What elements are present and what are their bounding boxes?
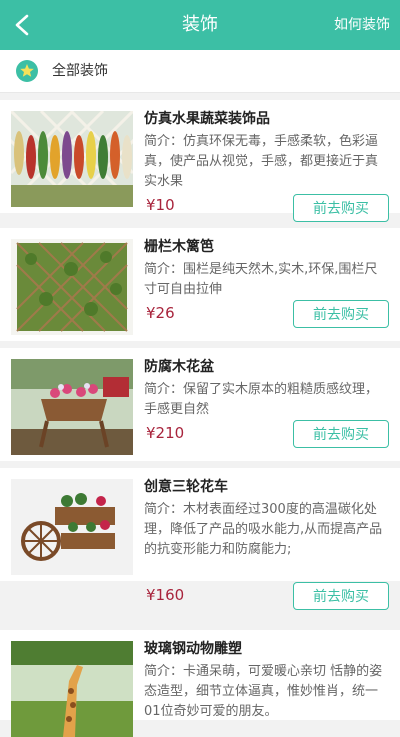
product-image — [11, 239, 133, 335]
product-image — [11, 359, 133, 455]
buy-button[interactable]: 前去购买 — [293, 420, 389, 448]
product-title: 防腐木花盆 — [144, 359, 214, 375]
product-price: ¥10 — [146, 196, 175, 214]
product-title: 栅栏木篱笆 — [144, 239, 214, 255]
how-to-decorate-link[interactable]: 如何装饰 — [334, 0, 390, 50]
product-image — [11, 111, 133, 207]
top-bar: 装饰 如何装饰 — [0, 0, 400, 50]
back-button[interactable] — [8, 10, 38, 40]
product-item[interactable]: 栅栏木篱笆 简介：围栏是纯天然木,实木,环保,围栏尺寸可自由拉伸 ¥26 前去购… — [0, 228, 400, 341]
product-title: 仿真水果蔬菜装饰品 — [144, 111, 270, 127]
buy-button[interactable]: 前去购买 — [293, 300, 389, 328]
giraffe-sculpture-image — [11, 641, 133, 737]
product-item[interactable]: 玻璃钢动物雕塑 简介：卡通呆萌，可爱暖心亲切 恬静的姿态造型，细节立体逼真，惟妙… — [0, 630, 400, 737]
buy-button[interactable]: 前去购买 — [293, 194, 389, 222]
buy-button[interactable]: 前去购买 — [293, 582, 389, 610]
product-description: 简介：保留了实木原本的粗糙质感纹理，手感更自然 — [144, 382, 379, 417]
product-price: ¥26 — [146, 304, 175, 322]
product-description: 简介：卡通呆萌，可爱暖心亲切 恬静的姿态造型，细节立体逼真，惟妙惟肖，统一01位… — [144, 664, 383, 719]
product-description: 简介：仿真环保无毒，手感柔软，色彩逼真，使产品从视觉，手感，都更接近于真实水果 — [144, 134, 379, 189]
product-description: 简介：围栏是纯天然木,实木,环保,围栏尺寸可自由拉伸 — [144, 262, 378, 297]
planter-image — [11, 359, 133, 455]
product-description: 简介：木材表面经过300度的高温碳化处理，降低了产品的吸水能力,从而提高产品的抗… — [144, 502, 383, 557]
product-item[interactable]: 仿真水果蔬菜装饰品 简介：仿真环保无毒，手感柔软，色彩逼真，使产品从视觉，手感，… — [0, 100, 400, 222]
product-price: ¥160 — [146, 586, 185, 604]
product-image — [11, 479, 133, 575]
fence-image — [11, 239, 133, 335]
product-price: ¥210 — [146, 424, 185, 442]
category-label: 全部装饰 — [52, 63, 108, 79]
chevron-left-icon — [15, 14, 29, 36]
product-image — [11, 641, 133, 737]
star-icon — [16, 60, 38, 82]
hanging-fruit-image — [11, 111, 133, 207]
product-item[interactable]: 防腐木花盆 简介：保留了实木原本的粗糙质感纹理，手感更自然 ¥210 前去购买 — [0, 348, 400, 461]
product-title: 玻璃钢动物雕塑 — [144, 641, 242, 657]
product-title: 创意三轮花车 — [144, 479, 228, 495]
flower-cart-image — [11, 479, 133, 575]
category-bar[interactable]: 全部装饰 — [0, 50, 400, 93]
product-item[interactable]: 创意三轮花车 简介：木材表面经过300度的高温碳化处理，降低了产品的吸水能力,从… — [0, 468, 400, 610]
